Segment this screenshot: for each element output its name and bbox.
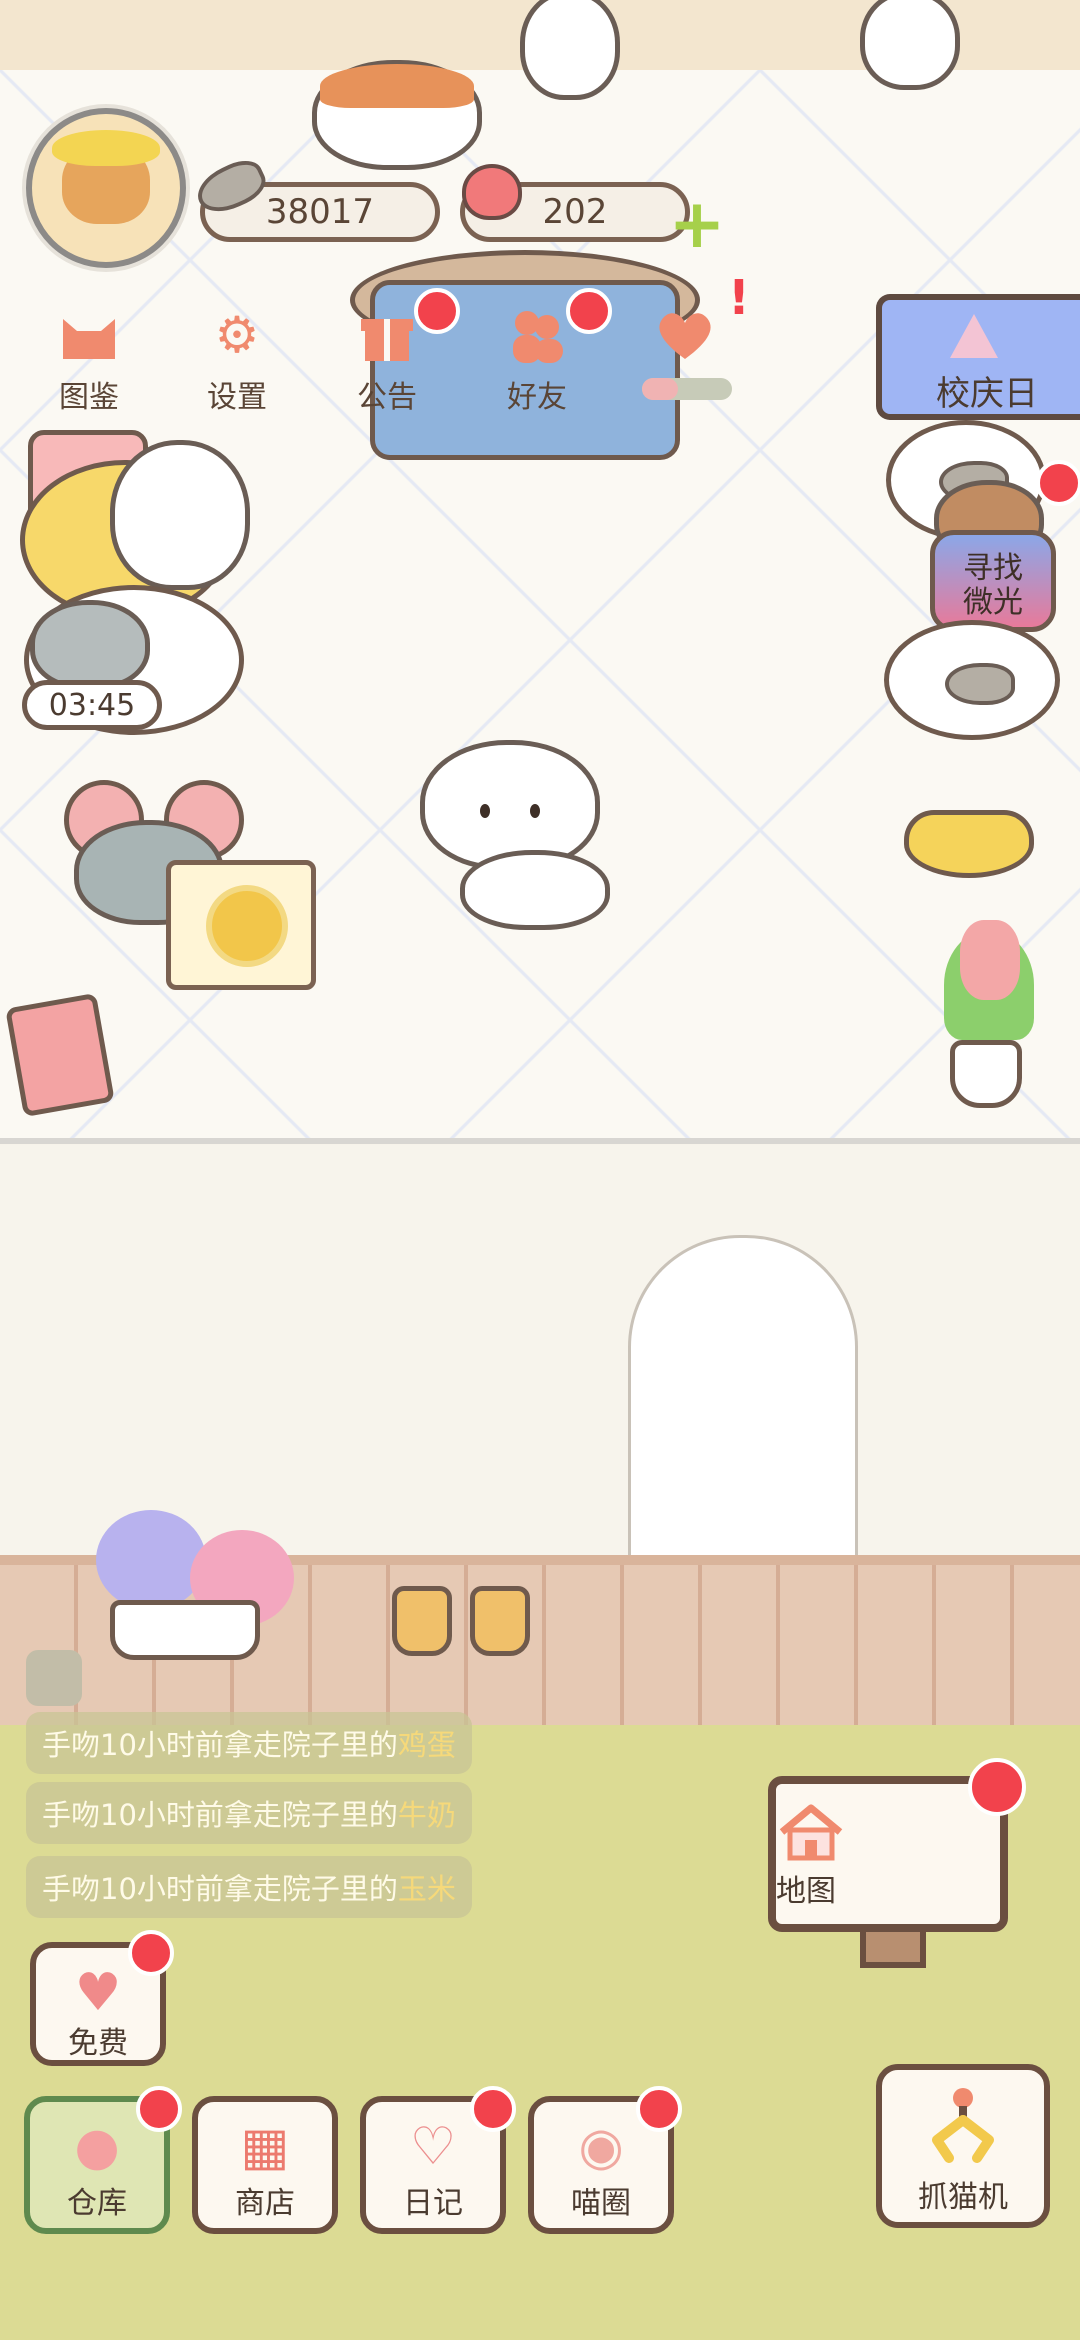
gift-hearts-progress-fill <box>642 378 678 400</box>
cat-calico-moon[interactable] <box>20 420 260 620</box>
quest-label: 寻找 微光 <box>930 552 1056 620</box>
cat-rabbit-top[interactable] <box>520 0 620 100</box>
food-bowl[interactable] <box>904 810 1034 878</box>
menu-settings[interactable]: ⚙ 设置 <box>182 300 292 416</box>
sunflower-painting <box>206 885 288 967</box>
event-banner-label: 校庆日 <box>936 374 1038 414</box>
mouse-timer: 03:45 <box>22 680 162 730</box>
gift-hearts-progress <box>642 378 732 400</box>
claw-machine-button-label: 抓猫机 <box>918 2180 1008 2215</box>
menu-collection[interactable]: 图鉴 <box>34 300 144 416</box>
yard-doorway[interactable] <box>628 1235 858 1583</box>
menu-gift-hearts[interactable] <box>630 300 740 370</box>
feed-item: 手吻10小时前拿走院子里的 牛奶 <box>26 1782 472 1844</box>
yard-wall <box>0 1145 1080 1565</box>
feed-item-object: 牛奶 <box>397 1798 456 1832</box>
diary-button-label: 日记 <box>403 2186 463 2221</box>
feed-item-prefix: 手吻10小时前拿走院子里的 <box>42 1798 398 1832</box>
feed-item: 手吻10小时前拿走院子里的 玉米 <box>26 1856 472 1918</box>
quest-label-line2: 微光 <box>963 585 1023 620</box>
meow-circle-button-label: 喵圈 <box>571 2186 631 2221</box>
avatar-hat <box>52 130 160 166</box>
heart-wings-icon <box>646 300 724 370</box>
shop-icon: ▦ <box>240 2117 290 2177</box>
free-badge <box>128 1930 174 1976</box>
feed-item-prefix: 手吻10小时前拿走院子里的 <box>42 1728 398 1762</box>
fish-currency-amount: 38017 <box>265 192 375 232</box>
friends-badge <box>566 288 612 334</box>
flower-planter[interactable] <box>110 1600 260 1660</box>
fish-bubble-bottom[interactable] <box>884 620 1060 740</box>
cat-rabbit-right[interactable] <box>860 0 960 90</box>
add-hearts-button[interactable]: + <box>668 191 726 259</box>
feed-toggle-icon[interactable] <box>26 1650 82 1706</box>
menu-collection-label: 图鉴 <box>59 380 119 415</box>
quest-badge <box>1036 460 1080 506</box>
feed-item-object: 鸡蛋 <box>397 1728 456 1762</box>
cat-white-center[interactable] <box>420 740 640 930</box>
announcement-badge <box>414 288 460 334</box>
heart-currency-amount: 202 <box>542 192 608 232</box>
feed-item-prefix: 手吻10小时前拿走院子里的 <box>42 1872 398 1906</box>
map-button-label: 地图 <box>776 1874 836 1909</box>
gear-icon: ⚙ <box>214 306 260 364</box>
shop-button[interactable]: ▦ 商店 <box>192 2096 338 2234</box>
fish-icon <box>945 663 1015 705</box>
plant-flower <box>960 920 1020 1000</box>
feed-item: 手吻10小时前拿走院子里的 鸡蛋 <box>26 1712 472 1774</box>
hydrangea-purple <box>96 1510 206 1610</box>
claw-machine-button[interactable]: 抓猫机 <box>876 2064 1050 2228</box>
mouse-character[interactable] <box>30 600 150 690</box>
player-avatar[interactable] <box>26 108 186 268</box>
map-badge <box>968 1758 1026 1816</box>
rain-boot-right <box>470 1586 530 1656</box>
warehouse-badge <box>136 2086 182 2132</box>
sign-post <box>860 1928 926 1968</box>
claw-icon <box>932 2088 994 2163</box>
gift-hearts-alert: ! <box>728 270 750 326</box>
quest-label-line1: 寻找 <box>963 551 1023 586</box>
warehouse-button-label: 仓库 <box>67 2186 127 2221</box>
cat-head-icon <box>50 300 128 370</box>
heart-icon <box>462 164 522 220</box>
shop-button-label: 商店 <box>235 2186 295 2221</box>
diary-book[interactable] <box>5 992 115 1118</box>
rain-boot-left <box>392 1586 452 1656</box>
menu-friends-label: 好友 <box>507 380 567 415</box>
friends-icon <box>498 300 576 370</box>
meow-circle-badge <box>636 2086 682 2132</box>
diary-badge <box>470 2086 516 2132</box>
menu-announcement-label: 公告 <box>357 380 417 415</box>
menu-settings-label: 设置 <box>207 380 267 415</box>
room-divider <box>0 1138 1080 1144</box>
plant-pot[interactable] <box>950 1040 1022 1108</box>
cat-orange-sitting[interactable] <box>312 40 482 170</box>
confetti-icon <box>950 314 998 358</box>
house-icon <box>779 1804 843 1861</box>
feed-item-object: 玉米 <box>397 1872 456 1906</box>
free-button-label: 免费 <box>68 2026 128 2061</box>
